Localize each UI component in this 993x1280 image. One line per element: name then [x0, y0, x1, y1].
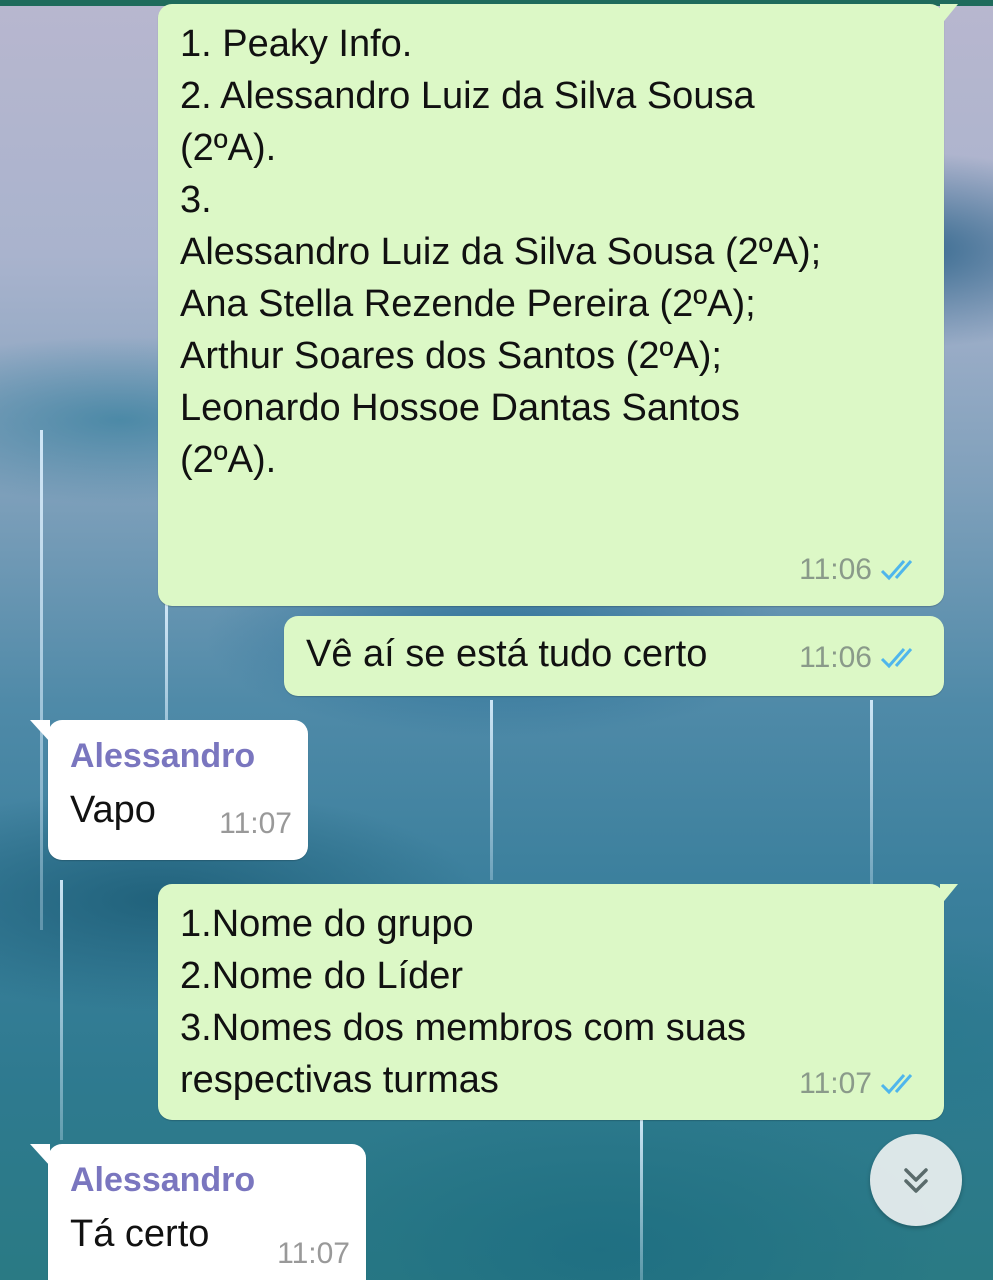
wallpaper-decoration	[640, 1120, 643, 1280]
bubble-tail	[30, 1144, 50, 1166]
message-bubble-outgoing[interactable]: 1.Nome do grupo 2.Nome do Líder 3.Nomes …	[158, 884, 958, 1120]
double-chevron-down-icon	[904, 1168, 928, 1193]
message-time: 11:06	[799, 553, 872, 586]
wallpaper-decoration	[60, 880, 63, 1140]
sender-name: Alessandro	[70, 737, 256, 775]
read-ticks-icon	[880, 1074, 913, 1095]
message-bubble-outgoing[interactable]: 1. Peaky Info. 2. Alessandro Luiz da Sil…	[158, 4, 958, 606]
bubble-tail	[940, 884, 958, 906]
wallpaper-decoration	[870, 700, 873, 890]
scroll-to-bottom-button[interactable]	[870, 1134, 962, 1226]
message-time: 11:07	[799, 1067, 872, 1100]
message-bubble-incoming[interactable]: Alessandro Vapo 11:07	[30, 720, 308, 860]
message-meta: 11:07	[219, 798, 292, 850]
message-meta: 11:07	[799, 1058, 924, 1110]
message-line: Arthur Soares dos Santos (2ºA);	[180, 335, 722, 377]
message-bubble-incoming[interactable]: Alessandro Tá certo 11:07	[30, 1144, 366, 1280]
message-text: Vê aí se está tudo certo	[306, 633, 708, 675]
sender-name: Alessandro	[70, 1161, 256, 1199]
message-line: 3.	[180, 179, 212, 221]
message-meta: 11:07	[277, 1228, 350, 1280]
bubble-tail	[940, 4, 958, 26]
chat-screen: 1. Peaky Info. 2. Alessandro Luiz da Sil…	[0, 0, 993, 1280]
message-meta: 11:06	[799, 632, 924, 684]
message-bubble-outgoing[interactable]: Vê aí se está tudo certo 11:06	[284, 616, 944, 696]
message-line: 1. Peaky Info.	[180, 23, 413, 65]
message-line: Alessandro Luiz da Silva Sousa (2ºA);	[180, 231, 822, 273]
message-line: 1.Nome do grupo	[180, 903, 474, 945]
message-line: Ana Stella Rezende Pereira (2ºA);	[180, 283, 756, 325]
message-line: Leonardo Hossoe Dantas Santos	[180, 387, 740, 429]
message-time: 11:06	[799, 641, 872, 674]
wallpaper-decoration	[40, 430, 43, 930]
wallpaper-decoration	[490, 700, 493, 880]
message-line: (2ºA).	[180, 127, 277, 169]
message-meta: 11:06	[799, 544, 924, 596]
message-line: 2. Alessandro Luiz da Silva Sousa	[180, 75, 755, 117]
message-time: 11:07	[277, 1237, 350, 1270]
bubble-tail	[30, 720, 50, 742]
message-line: (2ºA).	[180, 439, 277, 481]
read-ticks-icon	[880, 648, 913, 669]
read-ticks-icon	[880, 560, 913, 581]
message-line: 3.Nomes dos membros com suas	[180, 1007, 746, 1049]
message-time: 11:07	[219, 807, 292, 840]
message-line: 2.Nome do Líder	[180, 955, 464, 997]
